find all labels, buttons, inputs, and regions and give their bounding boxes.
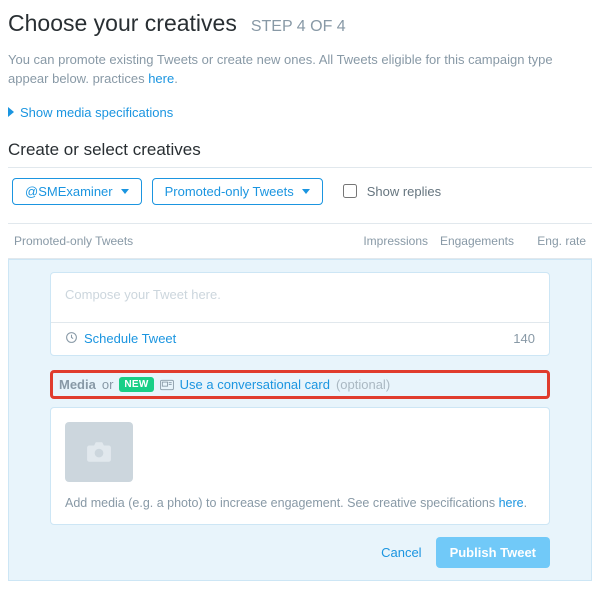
- or-text: or: [102, 377, 114, 392]
- best-practices-link[interactable]: here: [148, 71, 174, 86]
- optional-label: (optional): [336, 377, 390, 392]
- tweet-type-label: Promoted-only Tweets: [165, 184, 294, 199]
- schedule-label: Schedule Tweet: [84, 331, 176, 346]
- caret-down-icon: [302, 189, 310, 194]
- intro-suffix: .: [174, 71, 178, 86]
- media-label: Media: [59, 377, 96, 392]
- col-header-eng-rate: Eng. rate: [514, 234, 586, 248]
- table-header: Promoted-only Tweets Impressions Engagem…: [8, 223, 592, 259]
- account-selector[interactable]: @SMExaminer: [12, 178, 142, 205]
- step-indicator: STEP 4 OF 4: [251, 18, 346, 36]
- chevron-right-icon: [8, 107, 14, 117]
- add-media-button[interactable]: [65, 422, 133, 482]
- show-replies-checkbox[interactable]: [343, 184, 357, 198]
- cancel-button[interactable]: Cancel: [381, 545, 421, 560]
- media-spec-label: Show media specifications: [20, 105, 173, 120]
- intro-prefix: You can promote existing Tweets or creat…: [8, 52, 553, 86]
- intro-text: You can promote existing Tweets or creat…: [8, 51, 592, 89]
- section-title: Create or select creatives: [8, 140, 592, 168]
- camera-icon: [86, 441, 112, 463]
- publish-tweet-button[interactable]: Publish Tweet: [436, 537, 550, 568]
- account-handle-label: @SMExaminer: [25, 184, 113, 199]
- compose-input[interactable]: Compose your Tweet here.: [51, 273, 549, 322]
- conversational-card-link[interactable]: Use a conversational card: [180, 377, 330, 392]
- col-header-main: Promoted-only Tweets: [14, 234, 342, 248]
- show-replies-toggle[interactable]: Show replies: [343, 184, 441, 199]
- media-hint-prefix: Add media (e.g. a photo) to increase eng…: [65, 496, 499, 510]
- card-icon: [160, 377, 174, 392]
- col-header-impressions: Impressions: [342, 234, 428, 248]
- new-badge: NEW: [119, 377, 153, 392]
- caret-down-icon: [121, 189, 129, 194]
- show-replies-label: Show replies: [367, 184, 441, 199]
- media-hint: Add media (e.g. a photo) to increase eng…: [65, 496, 535, 510]
- tweet-type-selector[interactable]: Promoted-only Tweets: [152, 178, 323, 205]
- compose-area: Compose your Tweet here. Schedule Tweet …: [8, 259, 592, 581]
- media-options-row: Media or NEW Use a conversational card (…: [50, 370, 550, 399]
- col-header-engagements: Engagements: [428, 234, 514, 248]
- creative-specifications-link[interactable]: here: [499, 496, 524, 510]
- compose-box: Compose your Tweet here. Schedule Tweet …: [50, 272, 550, 356]
- character-count: 140: [513, 331, 535, 346]
- schedule-tweet-button[interactable]: Schedule Tweet: [65, 331, 176, 347]
- clock-icon: [65, 331, 78, 347]
- media-upload-box: Add media (e.g. a photo) to increase eng…: [50, 407, 550, 525]
- media-hint-suffix: .: [524, 496, 527, 510]
- page-title: Choose your creatives: [8, 10, 237, 37]
- media-specifications-toggle[interactable]: Show media specifications: [8, 105, 592, 120]
